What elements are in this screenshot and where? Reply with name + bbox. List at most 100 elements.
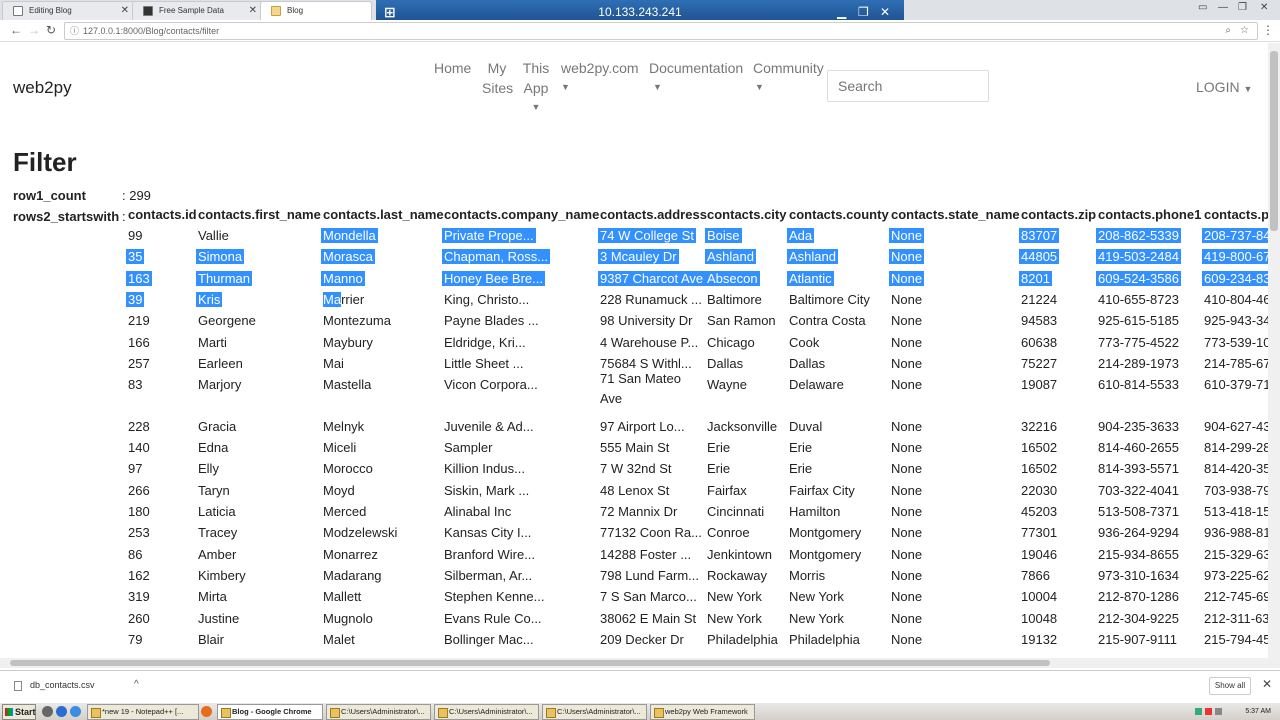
minimize-icon[interactable]: —: [1218, 2, 1228, 13]
clock: 5:37 AM: [1245, 708, 1271, 715]
tab-editing-blog[interactable]: Editing Blog ✕: [2, 1, 136, 20]
close-icon[interactable]: ✕: [121, 2, 129, 20]
scroll-thumb[interactable]: [1270, 51, 1278, 231]
scroll-thumb[interactable]: [10, 660, 1050, 666]
quicklaunch-icon[interactable]: [56, 706, 67, 717]
table-cell: Kris: [196, 292, 223, 307]
chevron-up-icon[interactable]: ^: [134, 679, 139, 690]
table-cell: None: [891, 377, 923, 392]
table-cell: 936-988-81: [1204, 525, 1268, 540]
table-cell: 214-289-1973: [1098, 356, 1179, 371]
close-icon[interactable]: ✕: [249, 2, 257, 20]
table-cell: Ada: [787, 228, 815, 243]
horizontal-scrollbar[interactable]: [0, 658, 1268, 668]
network-icon[interactable]: [1195, 708, 1202, 715]
download-item[interactable]: db_contacts.csv: [14, 680, 95, 691]
table-cell: 83707: [1019, 228, 1060, 243]
nav-web2py-com[interactable]: web2py.com ▼: [561, 58, 639, 96]
taskbar-explorer-1[interactable]: C:\Users\Administrator\...: [326, 704, 431, 720]
table-cell: Manno: [321, 271, 365, 286]
start-button[interactable]: Start: [2, 704, 36, 720]
column-header: contacts.company_name: [444, 207, 600, 222]
nav-documentation[interactable]: Documentation ▼: [649, 58, 743, 96]
table-cell: Miceli: [323, 440, 357, 455]
table-cell: None: [891, 292, 923, 307]
nav-home[interactable]: Home: [434, 58, 471, 78]
nav-community[interactable]: Community ▼: [753, 58, 824, 96]
table-cell: Chapman, Ross...: [442, 249, 551, 264]
back-icon[interactable]: ←: [10, 23, 22, 37]
security-icon[interactable]: [1205, 708, 1212, 715]
table-cell: 798 Lund Farm...: [600, 568, 699, 583]
table-cell: Evans Rule Co...: [444, 611, 542, 626]
reload-icon[interactable]: ↻: [46, 23, 56, 37]
table-cell: 703-322-4041: [1098, 483, 1179, 498]
taskbar-notepadpp[interactable]: *new 19 - Notepad++ [...: [87, 704, 199, 720]
tab-blog[interactable]: Blog: [260, 1, 372, 20]
close-window-icon[interactable]: ✕: [1260, 2, 1268, 13]
volume-icon[interactable]: [1215, 708, 1222, 715]
selection-highlight: Ma: [323, 292, 342, 307]
table-cell: Vicon Corpora...: [444, 377, 538, 392]
table-cell: 16502: [1021, 461, 1058, 476]
column-header: contacts.city: [707, 207, 787, 222]
download-filename: db_contacts.csv: [30, 680, 95, 690]
table-cell: 228: [128, 419, 150, 434]
taskbar-cmd[interactable]: C:\Users\Administrator\...: [542, 704, 647, 720]
table-cell: 32216: [1021, 419, 1058, 434]
table-cell: 214-785-67: [1204, 356, 1268, 371]
ie-icon[interactable]: [70, 706, 81, 717]
firefox-icon[interactable]: [201, 706, 212, 717]
column-header: contacts.id: [128, 207, 197, 222]
info-icon[interactable]: ⓘ: [70, 23, 79, 39]
tab-free-sample-data[interactable]: Free Sample Data ✕: [132, 1, 264, 20]
table-cell: 60638: [1021, 335, 1058, 350]
nav-label: web2py.com: [561, 60, 639, 76]
login-dropdown[interactable]: LOGIN ▼: [1196, 79, 1252, 95]
restore-icon[interactable]: ❐: [1238, 2, 1247, 13]
taskbar-chrome[interactable]: Blog - Google Chrome: [217, 704, 323, 720]
brand-logo[interactable]: web2py: [13, 78, 72, 98]
vertical-scrollbar[interactable]: [1268, 43, 1280, 668]
table-cell: Modzelewski: [323, 525, 398, 540]
table-cell: Honey Bee Bre...: [442, 271, 545, 286]
table-cell: Moyd: [323, 483, 355, 498]
table-cell: Silberman, Ar...: [444, 568, 533, 583]
show-all-button[interactable]: Show all: [1209, 677, 1251, 695]
chrome-menu-icon[interactable]: ⋮: [1262, 23, 1274, 37]
table-cell: 9387 Charcot Ave: [598, 271, 706, 286]
table-cell: Marti: [198, 335, 227, 350]
url-bar[interactable]: ⓘ 127.0.0.1:8000/Blog/contacts/filter ⌕ …: [64, 22, 1258, 40]
table-cell: 419-503-2484: [1096, 249, 1181, 264]
table-cell: Edna: [198, 440, 229, 455]
forward-icon[interactable]: →: [28, 23, 40, 37]
nav-my-sites[interactable]: My Sites: [482, 58, 513, 98]
table-cell: Sampler: [444, 440, 493, 455]
user-icon[interactable]: ▭: [1198, 2, 1207, 13]
search-input[interactable]: [827, 70, 989, 102]
table-cell: 14288 Foster ...: [600, 547, 692, 562]
table-cell: 410-655-8723: [1098, 292, 1179, 307]
table-cell: None: [891, 611, 923, 626]
quicklaunch-icon[interactable]: [42, 706, 53, 717]
table-cell: 814-420-35: [1204, 461, 1268, 476]
table-cell: 703-938-79: [1204, 483, 1268, 498]
zoom-icon[interactable]: ⌕: [1225, 23, 1231, 39]
taskbar-explorer-2[interactable]: C:\Users\Administrator\...: [434, 704, 539, 720]
nav-this-app[interactable]: This App ▼: [521, 58, 551, 116]
table-cell: 319: [128, 589, 150, 604]
bookmark-star-icon[interactable]: ☆: [1240, 23, 1249, 39]
table-cell: 19046: [1021, 547, 1058, 562]
table-cell: 71 San Mateo Ave: [600, 371, 681, 406]
table-cell: 45203: [1021, 504, 1058, 519]
close-icon[interactable]: ✕: [1262, 677, 1272, 691]
table-cell: 162: [128, 568, 150, 583]
table-cell: Delaware: [789, 377, 844, 392]
table-cell: 21224: [1021, 292, 1058, 307]
table-cell: Ashland: [787, 249, 838, 264]
taskbar-web2py[interactable]: web2py Web Framework: [650, 704, 755, 720]
web2py-icon: [271, 6, 281, 16]
table-cell: Kansas City I...: [444, 525, 532, 540]
table-cell: None: [891, 461, 923, 476]
table-cell: Marjory: [198, 377, 242, 392]
